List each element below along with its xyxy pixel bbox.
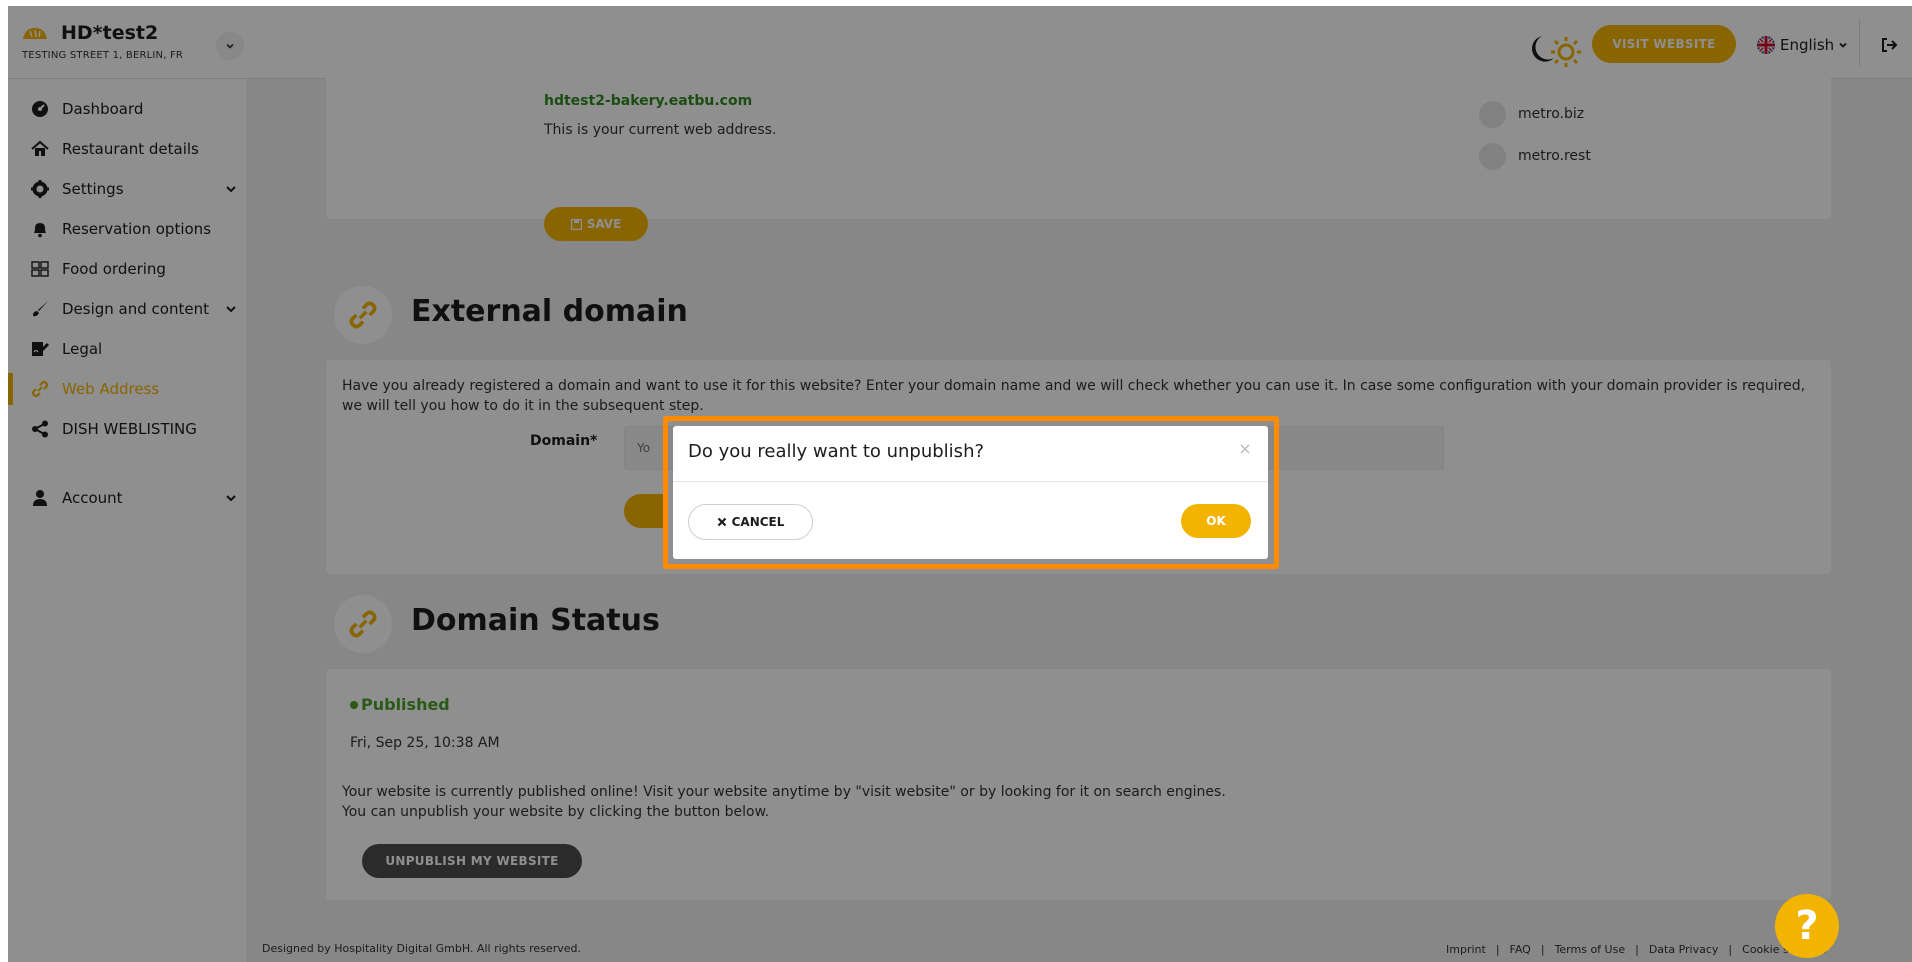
- unpublish-confirm-dialog: Do you really want to unpublish? × CANCE…: [673, 426, 1268, 559]
- cancel-button-label: CANCEL: [731, 515, 785, 529]
- dialog-divider: [673, 481, 1268, 482]
- dialog-title: Do you really want to unpublish?: [688, 441, 985, 462]
- ok-button[interactable]: OK: [1181, 504, 1251, 538]
- help-button[interactable]: ?: [1775, 894, 1839, 958]
- close-icon[interactable]: ×: [1238, 441, 1252, 457]
- close-icon: [717, 517, 726, 527]
- app-frame: HD*test2 TESTING STREET 1, BERLIN, FR VI…: [8, 6, 1912, 962]
- cancel-button[interactable]: CANCEL: [688, 504, 813, 540]
